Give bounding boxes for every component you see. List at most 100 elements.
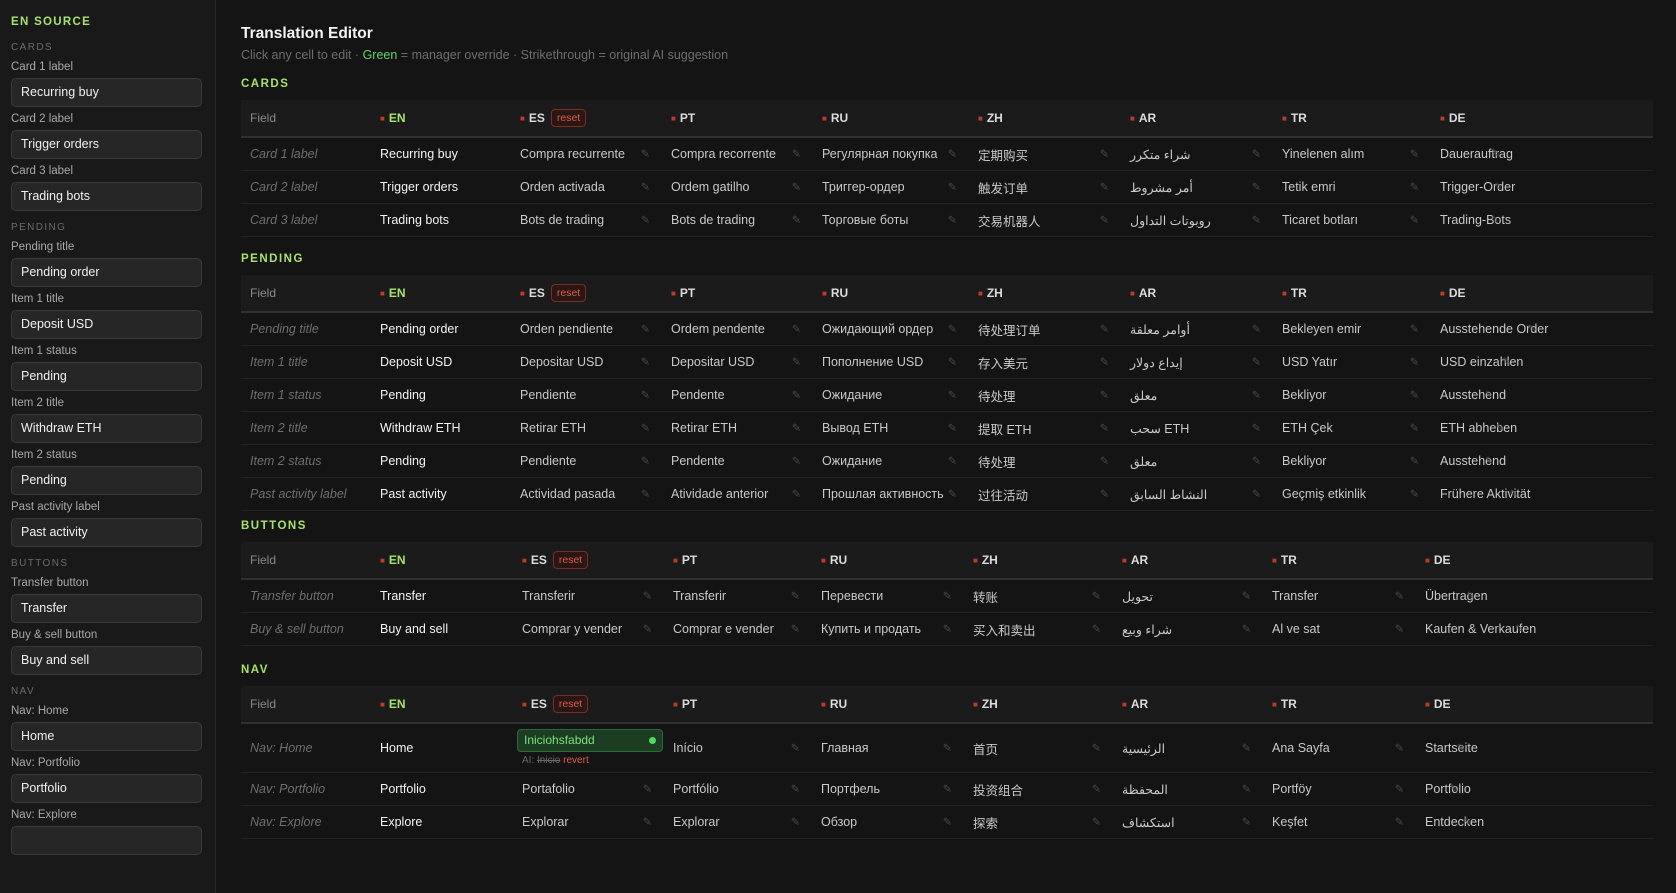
translation-cell-pt[interactable]: Bots de trading ✎ xyxy=(662,204,813,236)
pencil-icon[interactable]: ✎ xyxy=(1092,816,1101,829)
pencil-icon[interactable]: ✎ xyxy=(1410,488,1419,501)
translation-cell-ar[interactable]: إيداع دولار ✎ xyxy=(1121,346,1273,378)
translation-cell-ru[interactable]: Купить и продать ✎ xyxy=(812,613,964,645)
translation-cell-es[interactable]: Portafolio ✎ xyxy=(513,773,664,805)
translation-cell-tr[interactable]: Keşfet ✎ xyxy=(1263,806,1416,838)
pencil-icon[interactable]: ✎ xyxy=(1457,742,1466,755)
pencil-icon[interactable]: ✎ xyxy=(1252,422,1261,435)
translation-cell-tr[interactable]: Bekliyor ✎ xyxy=(1273,379,1431,411)
translation-cell-ru[interactable]: Триггер-ордер ✎ xyxy=(813,171,969,203)
pencil-icon[interactable]: ✎ xyxy=(1496,422,1505,435)
pencil-icon[interactable]: ✎ xyxy=(1463,816,1472,829)
pencil-icon[interactable]: ✎ xyxy=(1410,181,1419,194)
pencil-icon[interactable]: ✎ xyxy=(1252,323,1261,336)
pencil-icon[interactable]: ✎ xyxy=(641,214,650,227)
pencil-icon[interactable]: ✎ xyxy=(1509,488,1518,501)
pencil-icon[interactable]: ✎ xyxy=(1410,148,1419,161)
pencil-icon[interactable]: ✎ xyxy=(1410,356,1419,369)
translation-cell-pt[interactable]: Compra recorrente ✎ xyxy=(662,138,813,170)
translation-cell-zh[interactable]: 待处理 ✎ xyxy=(969,379,1121,411)
pencil-icon[interactable]: ✎ xyxy=(1466,590,1475,603)
translation-cell-ar[interactable]: تحويل ✎ xyxy=(1113,580,1263,612)
translation-cell-ar[interactable]: معلق ✎ xyxy=(1121,445,1273,477)
translation-cell-de[interactable]: Frühere Aktivität ✎ xyxy=(1431,478,1530,510)
pencil-icon[interactable]: ✎ xyxy=(792,422,801,435)
translation-cell-es[interactable]: Pendiente ✎ xyxy=(511,445,662,477)
sidebar-field-input[interactable]: Deposit USD xyxy=(11,310,202,339)
pencil-icon[interactable]: ✎ xyxy=(792,389,801,402)
translation-cell-ru[interactable]: Главная ✎ xyxy=(812,724,964,772)
translation-cell-pt[interactable]: Ordem gatilho ✎ xyxy=(662,171,813,203)
translation-cell-pt[interactable]: Início ✎ xyxy=(664,724,812,772)
translation-cell-es[interactable]: Explorar ✎ xyxy=(513,806,664,838)
translation-cell-ar[interactable]: أوامر معلقة ✎ xyxy=(1121,313,1273,345)
translation-cell-es[interactable]: Transferir ✎ xyxy=(513,580,664,612)
translation-cell-es[interactable]: Pendiente ✎ xyxy=(511,379,662,411)
translation-cell-pt[interactable]: Atividade anterior ✎ xyxy=(662,478,813,510)
pencil-icon[interactable]: ✎ xyxy=(1100,488,1109,501)
pencil-icon[interactable]: ✎ xyxy=(641,356,650,369)
translation-cell-ru[interactable]: Портфель ✎ xyxy=(812,773,964,805)
reset-button[interactable]: reset xyxy=(552,695,589,713)
translation-cell-ru[interactable]: Ожидание ✎ xyxy=(813,379,969,411)
translation-cell-es[interactable]: Retirar ETH ✎ xyxy=(511,412,662,444)
pencil-icon[interactable]: ✎ xyxy=(1242,742,1251,755)
pencil-icon[interactable]: ✎ xyxy=(1395,590,1404,603)
pencil-icon[interactable]: ✎ xyxy=(1100,422,1109,435)
reset-button[interactable]: reset xyxy=(550,109,587,127)
reset-button[interactable]: reset xyxy=(552,551,589,569)
translation-cell-tr[interactable]: Ana Sayfa ✎ xyxy=(1263,724,1416,772)
pencil-icon[interactable]: ✎ xyxy=(1527,323,1536,336)
translation-cell-tr[interactable]: Yinelenen alım ✎ xyxy=(1273,138,1431,170)
pencil-icon[interactable]: ✎ xyxy=(943,783,952,796)
translation-cell-tr[interactable]: USD Yatır ✎ xyxy=(1273,346,1431,378)
pencil-icon[interactable]: ✎ xyxy=(1252,488,1261,501)
translation-cell-pt[interactable]: Depositar USD ✎ xyxy=(662,346,813,378)
pencil-icon[interactable]: ✎ xyxy=(792,323,801,336)
translation-cell-zh[interactable]: 待处理 ✎ xyxy=(969,445,1121,477)
override-input[interactable]: Iniciohsfabdd xyxy=(517,729,663,752)
pencil-icon[interactable]: ✎ xyxy=(1252,214,1261,227)
translation-cell-ar[interactable]: شراء وبيع ✎ xyxy=(1113,613,1263,645)
translation-cell-de[interactable]: Dauerauftrag ✎ xyxy=(1431,138,1513,170)
translation-cell-tr[interactable]: Geçmiş etkinlik ✎ xyxy=(1273,478,1431,510)
translation-cell-zh[interactable]: 定期购买 ✎ xyxy=(969,138,1121,170)
pencil-icon[interactable]: ✎ xyxy=(1242,590,1251,603)
pencil-icon[interactable]: ✎ xyxy=(1395,783,1404,796)
translation-cell-ru[interactable]: Прошлая активность ✎ xyxy=(813,478,969,510)
translation-cell-pt[interactable]: Comprar e vender ✎ xyxy=(664,613,812,645)
pencil-icon[interactable]: ✎ xyxy=(948,389,957,402)
translation-cell-zh[interactable]: 待处理订单 ✎ xyxy=(969,313,1121,345)
pencil-icon[interactable]: ✎ xyxy=(1395,742,1404,755)
pencil-icon[interactable]: ✎ xyxy=(643,816,652,829)
pencil-icon[interactable]: ✎ xyxy=(1242,783,1251,796)
pencil-icon[interactable]: ✎ xyxy=(641,323,650,336)
pencil-icon[interactable]: ✎ xyxy=(1092,623,1101,636)
pencil-icon[interactable]: ✎ xyxy=(1395,816,1404,829)
pencil-icon[interactable]: ✎ xyxy=(948,181,957,194)
pencil-icon[interactable]: ✎ xyxy=(1410,214,1419,227)
pencil-icon[interactable]: ✎ xyxy=(792,181,801,194)
pencil-icon[interactable]: ✎ xyxy=(1395,623,1404,636)
translation-cell-de[interactable]: Ausstehend ✎ xyxy=(1431,379,1506,411)
sidebar-field-input[interactable] xyxy=(11,826,202,855)
pencil-icon[interactable]: ✎ xyxy=(1252,148,1261,161)
translation-cell-zh[interactable]: 过往活动 ✎ xyxy=(969,478,1121,510)
translation-cell-pt[interactable]: Retirar ETH ✎ xyxy=(662,412,813,444)
translation-cell-tr[interactable]: Tetik emri ✎ xyxy=(1273,171,1431,203)
pencil-icon[interactable]: ✎ xyxy=(1502,356,1511,369)
pencil-icon[interactable]: ✎ xyxy=(948,323,957,336)
translation-cell-es[interactable]: Iniciohsfabdd AI: Inicio revert xyxy=(513,724,664,772)
translation-cell-ru[interactable]: Пополнение USD ✎ xyxy=(813,346,969,378)
translation-cell-es[interactable]: Orden pendiente ✎ xyxy=(511,313,662,345)
pencil-icon[interactable]: ✎ xyxy=(1100,181,1109,194)
translation-cell-ru[interactable]: Ожидание ✎ xyxy=(813,445,969,477)
pencil-icon[interactable]: ✎ xyxy=(948,488,957,501)
translation-cell-zh[interactable]: 转账 ✎ xyxy=(964,580,1113,612)
pencil-icon[interactable]: ✎ xyxy=(1515,623,1524,636)
pencil-icon[interactable]: ✎ xyxy=(948,455,957,468)
pencil-icon[interactable]: ✎ xyxy=(1252,455,1261,468)
translation-cell-zh[interactable]: 触发订单 ✎ xyxy=(969,171,1121,203)
translation-cell-zh[interactable]: 投资组合 ✎ xyxy=(964,773,1113,805)
pencil-icon[interactable]: ✎ xyxy=(791,623,800,636)
